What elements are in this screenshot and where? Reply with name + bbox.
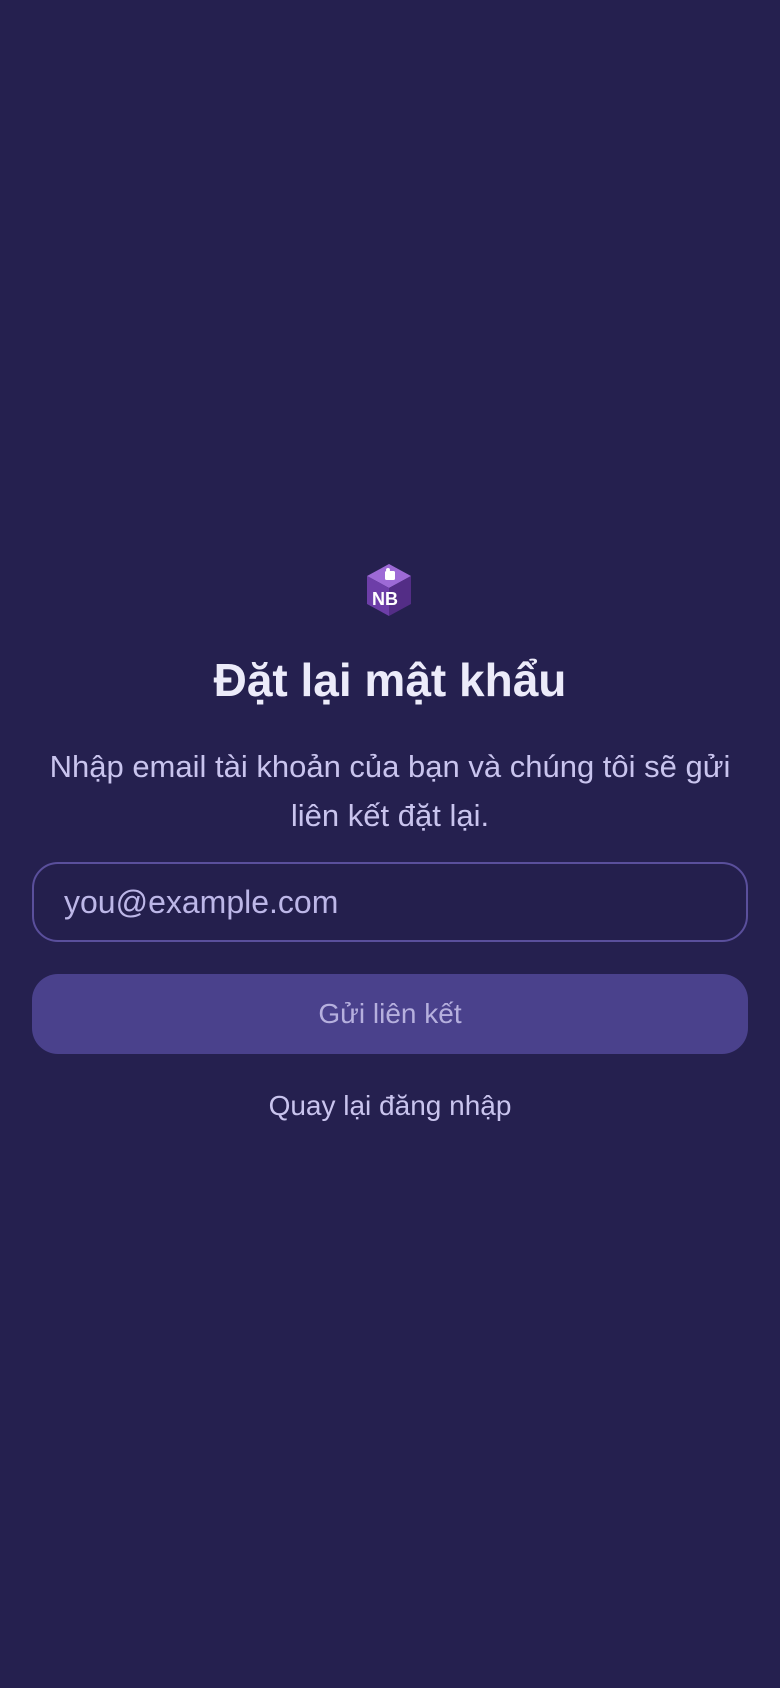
nb-cube-logo-icon: NB <box>367 564 411 616</box>
reset-password-screen: NB Đặt lại mật khẩu Nhập email tài khoản… <box>0 0 780 1688</box>
page-subtitle: Nhập email tài khoản của bạn và chúng tô… <box>49 749 731 833</box>
email-field[interactable] <box>32 862 748 942</box>
logo-text: NB <box>372 589 398 609</box>
send-link-button[interactable]: Gửi liên kết <box>32 974 748 1054</box>
back-to-login-link[interactable]: Quay lại đăng nhập <box>0 1086 780 1126</box>
page-title: Đặt lại mật khẩu <box>213 654 567 706</box>
